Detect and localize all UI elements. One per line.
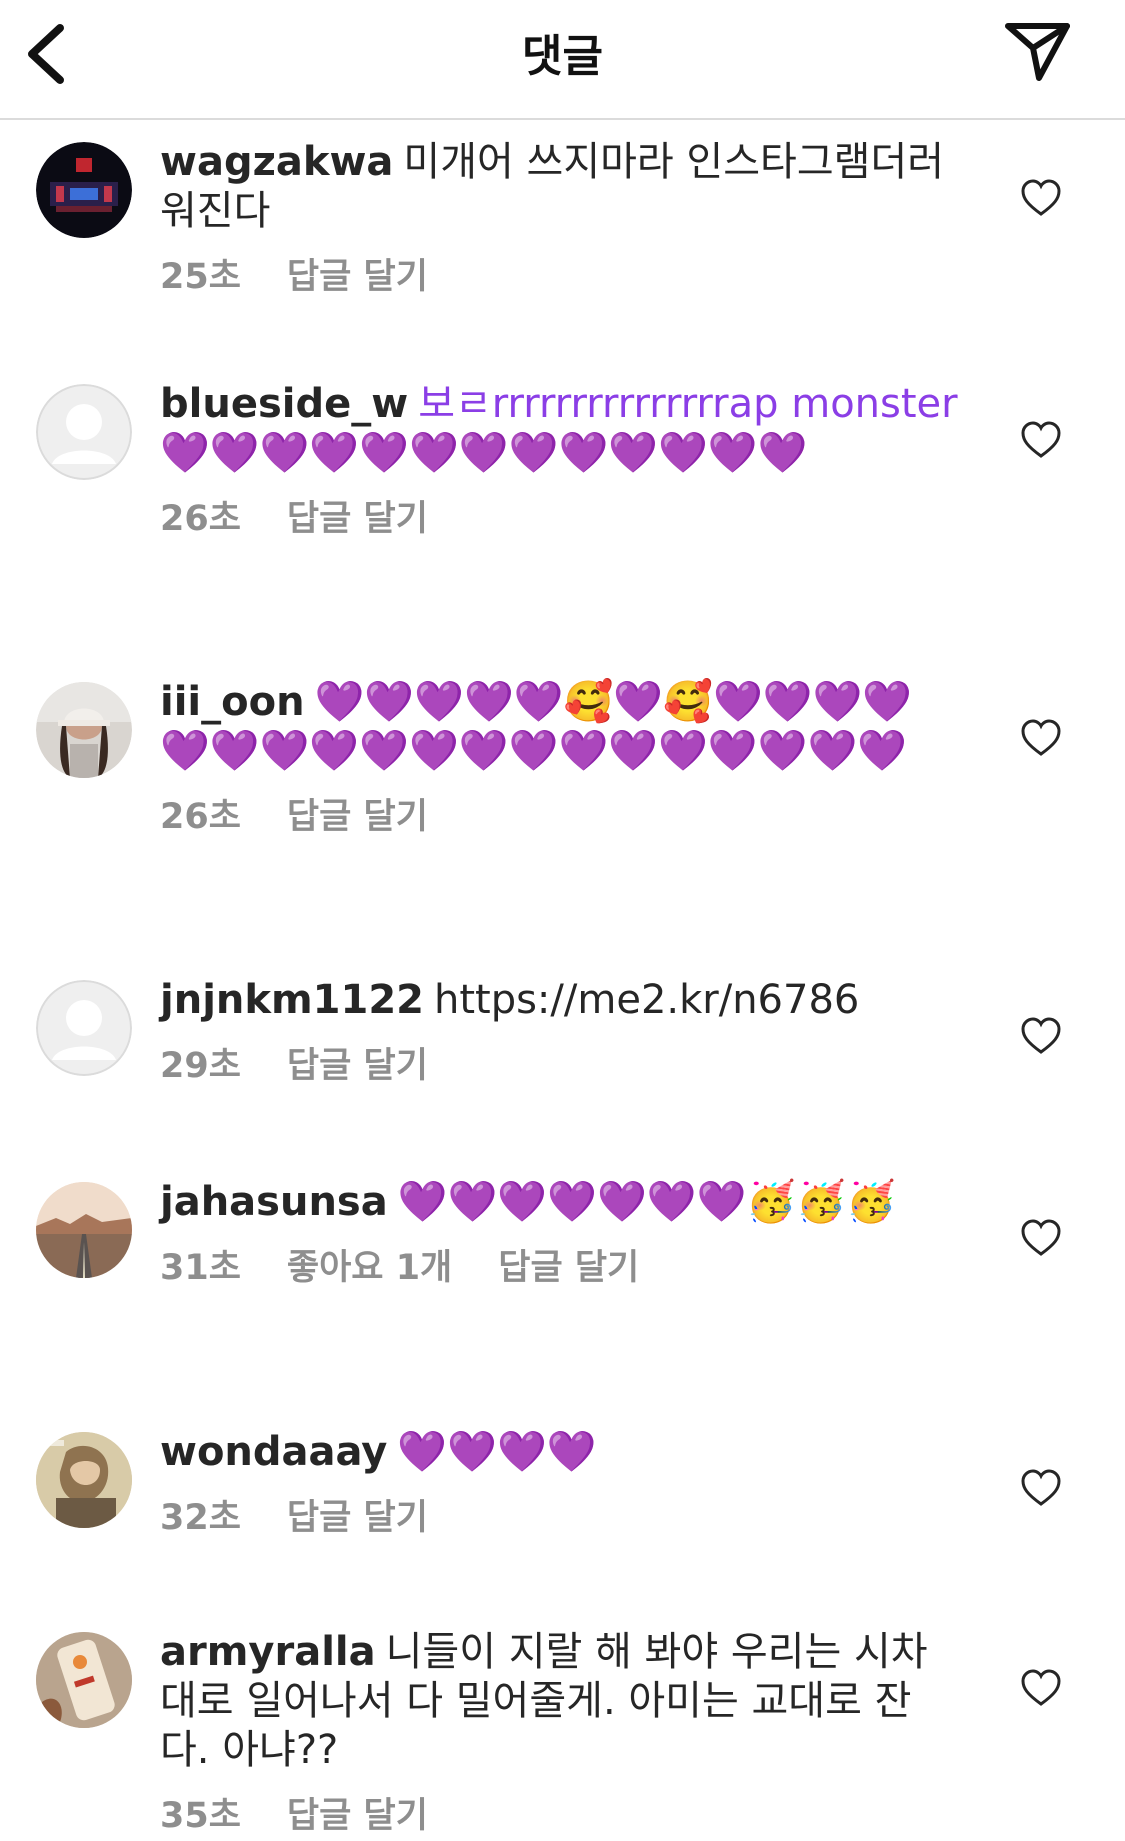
heart-outline-icon <box>1021 1219 1061 1256</box>
reply-button[interactable]: 답글 달기 <box>287 1498 428 1538</box>
heart-outline-icon <box>1021 421 1061 458</box>
heart-outline-icon <box>1021 1017 1061 1054</box>
comment-time: 26초 <box>160 499 241 539</box>
avatar[interactable] <box>36 142 132 238</box>
like-button[interactable] <box>1019 1216 1063 1260</box>
comment-time: 26초 <box>160 797 241 837</box>
comment-username[interactable]: armyralla <box>160 1629 376 1675</box>
comment-username[interactable]: wagzakwa <box>160 139 393 185</box>
comment-time: 31초 <box>160 1248 241 1288</box>
comment-time: 25초 <box>160 257 241 297</box>
share-button[interactable] <box>1003 20 1073 84</box>
comment-text: 💜💜💜💜 <box>397 1429 597 1475</box>
comment-username[interactable]: jnjnkm1122 <box>160 977 424 1023</box>
comment-username[interactable]: iii_oon <box>160 679 305 725</box>
comment-time: 35초 <box>160 1796 241 1836</box>
avatar[interactable] <box>36 1432 132 1528</box>
heart-outline-icon <box>1021 179 1061 216</box>
like-button[interactable] <box>1019 418 1063 462</box>
comments-header: 댓글 <box>0 0 1125 120</box>
avatar[interactable] <box>36 980 132 1076</box>
paper-plane-icon <box>1005 23 1070 81</box>
like-count[interactable]: 좋아요 1개 <box>287 1248 452 1288</box>
like-button[interactable] <box>1019 1466 1063 1510</box>
avatar[interactable] <box>36 1632 132 1728</box>
avatar[interactable] <box>36 682 132 778</box>
like-button[interactable] <box>1019 176 1063 220</box>
comment-link[interactable]: https://me2.kr/n6786 <box>434 977 859 1023</box>
heart-outline-icon <box>1021 1469 1061 1506</box>
comment-time: 32초 <box>160 1498 241 1538</box>
reply-button[interactable]: 답글 달기 <box>287 257 428 297</box>
heart-outline-icon <box>1021 719 1061 756</box>
comment-username[interactable]: blueside_w <box>160 381 408 427</box>
avatar[interactable] <box>36 1182 132 1278</box>
comment-username[interactable]: jahasunsa <box>160 1179 388 1225</box>
reply-button[interactable]: 답글 달기 <box>287 797 428 837</box>
like-button[interactable] <box>1019 716 1063 760</box>
like-button[interactable] <box>1019 1014 1063 1058</box>
comment-text: 💜💜💜💜💜💜💜🥳🥳🥳 <box>397 1179 896 1225</box>
avatar[interactable] <box>36 384 132 480</box>
comment-time: 29초 <box>160 1046 241 1086</box>
page-title: 댓글 <box>522 31 603 82</box>
comment-username[interactable]: wondaaay <box>160 1429 387 1475</box>
reply-button[interactable]: 답글 달기 <box>287 1796 428 1836</box>
reply-button[interactable]: 답글 달기 <box>287 499 428 539</box>
reply-button[interactable]: 답글 달기 <box>498 1248 639 1288</box>
heart-outline-icon <box>1021 1669 1061 1706</box>
like-button[interactable] <box>1019 1666 1063 1710</box>
reply-button[interactable]: 답글 달기 <box>287 1046 428 1086</box>
